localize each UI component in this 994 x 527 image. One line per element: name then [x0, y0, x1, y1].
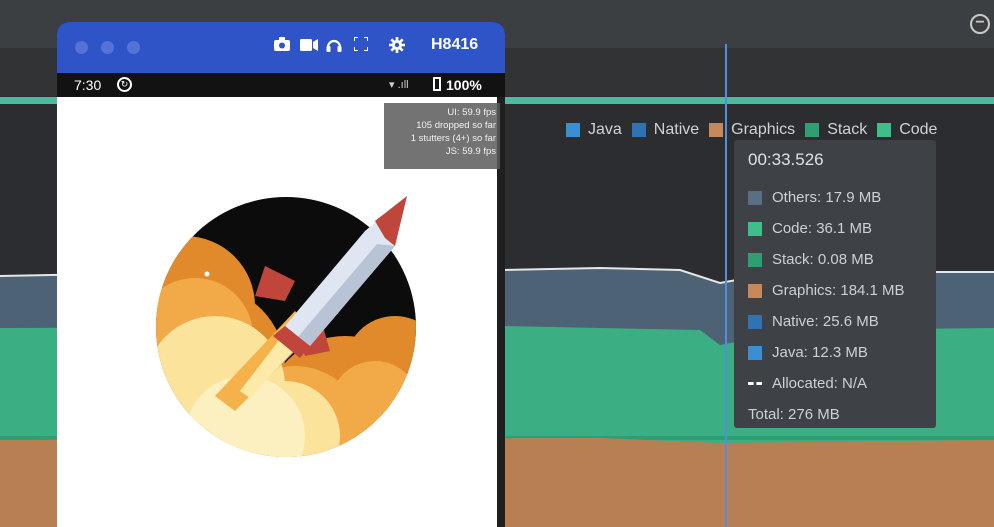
tooltip-row-label: Stack: 0.08 MB [772, 251, 874, 268]
tooltip-row-java: Java: 12.3 MB [748, 337, 922, 368]
legend-item-code: Code [877, 121, 937, 139]
video-record-icon[interactable] [299, 37, 319, 57]
status-time: 7:30 [74, 77, 102, 93]
tooltip-row-others: Others: 17.9 MB [748, 182, 922, 213]
tooltip-total: Total: 276 MB [748, 406, 840, 423]
legend-item-java: Java [566, 121, 622, 139]
memory-tooltip: 00:33.526 Others: 17.9 MB Code: 36.1 MB … [734, 140, 936, 428]
tooltip-row-graphics: Graphics: 184.1 MB [748, 275, 922, 306]
tooltip-row-label: Java: 12.3 MB [772, 344, 868, 361]
close-window-button[interactable] [75, 41, 88, 54]
legend-swatch [631, 123, 646, 137]
tooltip-swatch [748, 190, 762, 205]
legend-item-native: Native [631, 121, 700, 139]
tooltip-row-label: Native: 25.6 MB [772, 313, 879, 330]
tooltip-timestamp: 00:33.526 [748, 150, 824, 169]
legend-label: Java [588, 121, 622, 138]
tooltip-row-native: Native: 25.6 MB [748, 306, 922, 337]
gear-icon[interactable] [388, 37, 406, 57]
legend-item-graphics: Graphics [709, 121, 795, 139]
stutters: 1 stutters (4+) so far [410, 133, 496, 144]
emulator-toolbar: H8416 [57, 22, 505, 73]
tooltip-row-label: Code: 36.1 MB [772, 220, 873, 237]
tooltip-row-label: Graphics: 184.1 MB [772, 282, 905, 299]
data-saver-icon: ↻ [117, 77, 132, 92]
timeline-cursor[interactable] [725, 44, 727, 527]
js-fps: JS: 59.9 fps [445, 146, 496, 157]
tooltip-row-code: Code: 36.1 MB [748, 213, 922, 244]
fullscreen-icon[interactable] [352, 36, 370, 57]
legend-item-stack: Stack [805, 121, 867, 139]
battery-percent: 100% [446, 77, 482, 93]
legend-label: Native [653, 121, 700, 138]
legend-label: Code [899, 121, 938, 138]
tooltip-row-stack: Stack: 0.08 MB [748, 244, 922, 275]
tooltip-swatch [748, 314, 762, 329]
legend-swatch [877, 123, 892, 137]
wifi-signal-icon: ▾ .ıll [389, 79, 409, 91]
tooltip-swatch [748, 221, 762, 236]
tooltip-swatch [748, 252, 762, 267]
tooltip-row-label: Others: 17.9 MB [772, 189, 882, 206]
rocket-illustration [156, 196, 416, 457]
chart-legend: Java Native Graphics Stack Code [566, 120, 947, 140]
legend-swatch [709, 123, 724, 137]
dashed-line-icon [748, 382, 762, 385]
camera-icon[interactable] [273, 37, 291, 57]
zoom-window-button[interactable] [127, 41, 140, 54]
ui-fps: UI: 59.9 fps [447, 107, 496, 118]
android-status-bar: 7:30 ↻ ▾ .ıll 100% [57, 73, 505, 97]
legend-label: Stack [827, 121, 868, 138]
tooltip-row-label: Allocated: N/A [772, 375, 868, 392]
legend-swatch [566, 123, 580, 137]
tooltip-swatch [748, 345, 762, 360]
dropped-frames: 105 dropped so far [416, 120, 496, 131]
device-name: H8416 [431, 36, 479, 53]
legend-swatch [805, 123, 820, 137]
tooltip-row-allocated: Allocated: N/A [748, 368, 922, 399]
legend-label: Graphics [731, 121, 796, 138]
emulator-window: H8416 7:30 ↻ ▾ .ıll 100% UI: 59.9 fps 10… [57, 22, 505, 527]
tooltip-swatch [748, 283, 762, 298]
minimize-window-button[interactable] [101, 41, 114, 54]
perf-monitor-overlay: UI: 59.9 fps 105 dropped so far 1 stutte… [384, 103, 500, 169]
battery-icon [433, 77, 441, 91]
headphones-icon[interactable] [325, 37, 343, 57]
